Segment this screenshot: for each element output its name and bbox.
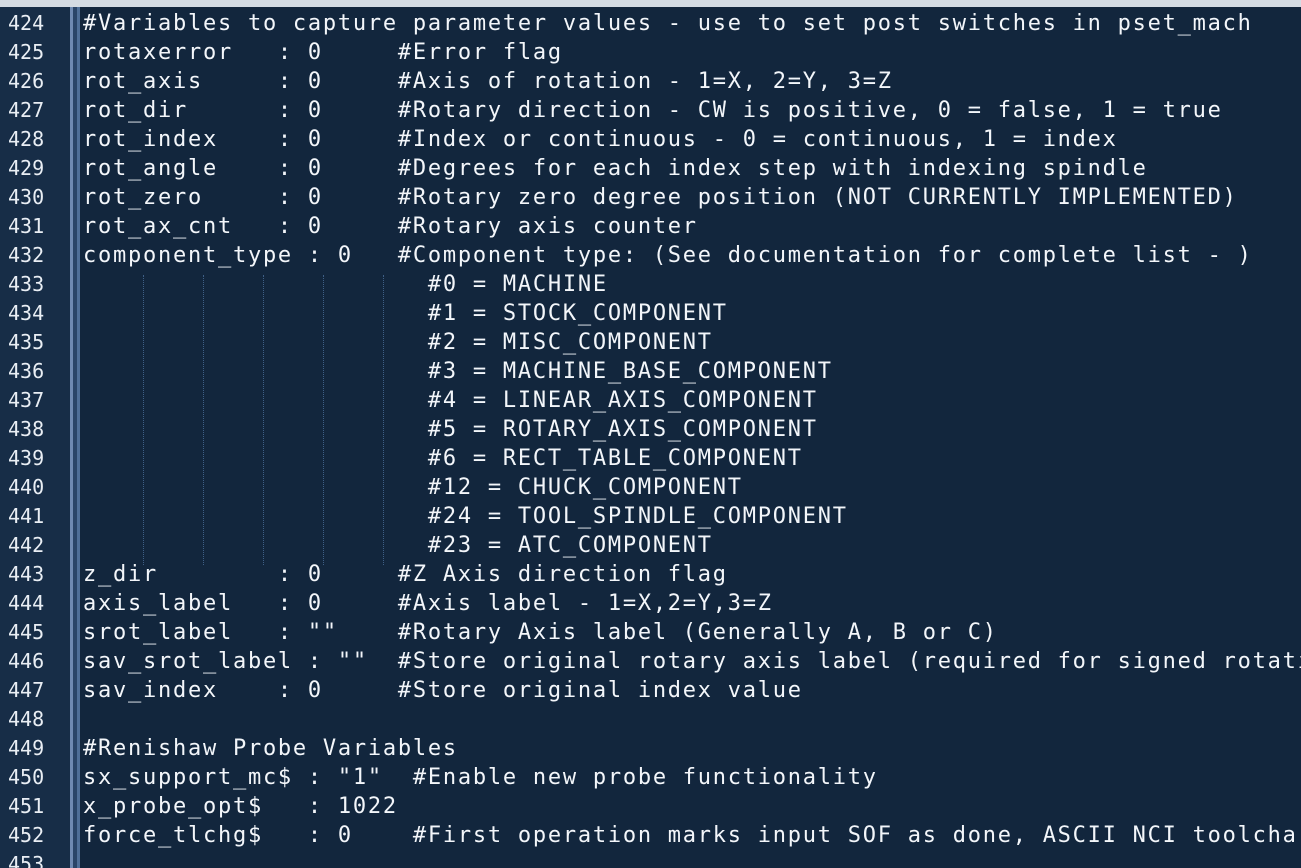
line-number: 432 bbox=[8, 243, 45, 267]
code-line[interactable]: 429 rot_angle : 0 #Degrees for each index… bbox=[0, 154, 1301, 183]
line-number: 452 bbox=[8, 823, 45, 847]
code-line[interactable]: 433 #0 = MACHINE bbox=[0, 270, 1301, 299]
code-text[interactable]: #24 = TOOL_SPINDLE_COMPONENT bbox=[83, 502, 848, 531]
code-line[interactable]: 452 force_tlchg$ : 0 #First operation mar… bbox=[0, 821, 1301, 850]
code-text[interactable]: #3 = MACHINE_BASE_COMPONENT bbox=[83, 357, 833, 386]
code-text[interactable]: rot_index : 0 #Index or continuous - 0 =… bbox=[83, 125, 1118, 154]
code-line[interactable]: 444 axis_label : 0 #Axis label - 1=X,2=Y,… bbox=[0, 589, 1301, 618]
line-number: 440 bbox=[8, 475, 45, 499]
line-number: 434 bbox=[8, 301, 45, 325]
code-line[interactable]: 425 rotaxerror : 0 #Error flag bbox=[0, 38, 1301, 67]
code-line[interactable]: 428 rot_index : 0 #Index or continuous - … bbox=[0, 125, 1301, 154]
code-line[interactable]: 450 sx_support_mc$ : "1" #Enable new prob… bbox=[0, 763, 1301, 792]
code-text[interactable]: #6 = RECT_TABLE_COMPONENT bbox=[83, 444, 803, 473]
code-line[interactable]: 449 #Renishaw Probe Variables bbox=[0, 734, 1301, 763]
line-number: 443 bbox=[8, 562, 45, 586]
code-text[interactable]: #Renishaw Probe Variables bbox=[83, 734, 458, 763]
code-text[interactable]: component_type : 0 #Component type: (See… bbox=[83, 241, 1253, 270]
line-number: 427 bbox=[8, 98, 45, 122]
code-text[interactable]: #0 = MACHINE bbox=[83, 270, 608, 299]
code-text[interactable]: #12 = CHUCK_COMPONENT bbox=[83, 473, 743, 502]
code-line[interactable]: 430 rot_zero : 0 #Rotary zero degree posi… bbox=[0, 183, 1301, 212]
code-line[interactable]: 434 #1 = STOCK_COMPONENT bbox=[0, 299, 1301, 328]
line-number: 428 bbox=[8, 127, 45, 151]
code-line[interactable]: 427 rot_dir : 0 #Rotary direction - CW is… bbox=[0, 96, 1301, 125]
code-line[interactable]: 443 z_dir : 0 #Z Axis direction flag bbox=[0, 560, 1301, 589]
line-number: 446 bbox=[8, 649, 45, 673]
line-number: 431 bbox=[8, 214, 45, 238]
code-text[interactable]: #5 = ROTARY_AXIS_COMPONENT bbox=[83, 415, 818, 444]
code-line[interactable]: 440 #12 = CHUCK_COMPONENT bbox=[0, 473, 1301, 502]
code-text[interactable]: sx_support_mc$ : "1" #Enable new probe f… bbox=[83, 763, 878, 792]
line-number: 426 bbox=[8, 69, 45, 93]
code-line[interactable]: 431 rot_ax_cnt : 0 #Rotary axis counter bbox=[0, 212, 1301, 241]
line-number: 451 bbox=[8, 794, 45, 818]
code-text[interactable]: z_dir : 0 #Z Axis direction flag bbox=[83, 560, 728, 589]
line-number: 448 bbox=[8, 707, 45, 731]
line-number: 430 bbox=[8, 185, 45, 209]
code-text[interactable]: srot_label : "" #Rotary Axis label (Gene… bbox=[83, 618, 998, 647]
line-number: 437 bbox=[8, 388, 45, 412]
line-number: 447 bbox=[8, 678, 45, 702]
code-line[interactable]: 435 #2 = MISC_COMPONENT bbox=[0, 328, 1301, 357]
line-number: 429 bbox=[8, 156, 45, 180]
code-text[interactable]: rotaxerror : 0 #Error flag bbox=[83, 38, 563, 67]
code-line[interactable]: 453 bbox=[0, 850, 1301, 868]
code-line[interactable]: 445 srot_label : "" #Rotary Axis label (G… bbox=[0, 618, 1301, 647]
code-text[interactable]: axis_label : 0 #Axis label - 1=X,2=Y,3=Z bbox=[83, 589, 773, 618]
code-text[interactable]: rot_zero : 0 #Rotary zero degree positio… bbox=[83, 183, 1238, 212]
code-text[interactable]: rot_axis : 0 #Axis of rotation - 1=X, 2=… bbox=[83, 67, 893, 96]
code-editor[interactable]: 424 #Variables to capture parameter value… bbox=[0, 0, 1301, 868]
code-line[interactable]: 426 rot_axis : 0 #Axis of rotation - 1=X,… bbox=[0, 67, 1301, 96]
code-line[interactable]: 424 #Variables to capture parameter value… bbox=[0, 9, 1301, 38]
code-line[interactable]: 441 #24 = TOOL_SPINDLE_COMPONENT bbox=[0, 502, 1301, 531]
line-number: 450 bbox=[8, 765, 45, 789]
line-number: 453 bbox=[8, 852, 45, 868]
code-line[interactable]: 432 component_type : 0 #Component type: (… bbox=[0, 241, 1301, 270]
code-line[interactable]: 439 #6 = RECT_TABLE_COMPONENT bbox=[0, 444, 1301, 473]
code-text[interactable]: #4 = LINEAR_AXIS_COMPONENT bbox=[83, 386, 818, 415]
code-text[interactable]: rot_dir : 0 #Rotary direction - CW is po… bbox=[83, 96, 1223, 125]
code-line[interactable]: 451 x_probe_opt$ : 1022 bbox=[0, 792, 1301, 821]
code-line[interactable]: 447 sav_index : 0 #Store original index v… bbox=[0, 676, 1301, 705]
line-number: 425 bbox=[8, 40, 45, 64]
code-text[interactable]: rot_angle : 0 #Degrees for each index st… bbox=[83, 154, 1148, 183]
line-number: 444 bbox=[8, 591, 45, 615]
code-text[interactable]: #2 = MISC_COMPONENT bbox=[83, 328, 713, 357]
line-number: 438 bbox=[8, 417, 45, 441]
code-text[interactable]: rot_ax_cnt : 0 #Rotary axis counter bbox=[83, 212, 698, 241]
code-text[interactable]: #23 = ATC_COMPONENT bbox=[83, 531, 713, 560]
code-line[interactable]: 446 sav_srot_label : "" #Store original r… bbox=[0, 647, 1301, 676]
code-line[interactable]: 442 #23 = ATC_COMPONENT bbox=[0, 531, 1301, 560]
line-number: 445 bbox=[8, 620, 45, 644]
code-line[interactable]: 438 #5 = ROTARY_AXIS_COMPONENT bbox=[0, 415, 1301, 444]
line-number: 435 bbox=[8, 330, 45, 354]
code-text[interactable]: #1 = STOCK_COMPONENT bbox=[83, 299, 728, 328]
code-text[interactable]: sav_srot_label : "" #Store original rota… bbox=[83, 647, 1301, 676]
code-lines[interactable]: 424 #Variables to capture parameter value… bbox=[0, 9, 1301, 868]
code-line[interactable]: 448 bbox=[0, 705, 1301, 734]
line-number: 433 bbox=[8, 272, 45, 296]
line-number: 449 bbox=[8, 736, 45, 760]
code-text[interactable]: x_probe_opt$ : 1022 bbox=[83, 792, 398, 821]
code-text[interactable]: sav_index : 0 #Store original index valu… bbox=[83, 676, 803, 705]
code-line[interactable]: 437 #4 = LINEAR_AXIS_COMPONENT bbox=[0, 386, 1301, 415]
line-number: 436 bbox=[8, 359, 45, 383]
line-number: 439 bbox=[8, 446, 45, 470]
code-text[interactable]: #Variables to capture parameter values -… bbox=[83, 9, 1253, 38]
line-number: 442 bbox=[8, 533, 45, 557]
line-number: 441 bbox=[8, 504, 45, 528]
line-number: 424 bbox=[8, 11, 45, 35]
code-line[interactable]: 436 #3 = MACHINE_BASE_COMPONENT bbox=[0, 357, 1301, 386]
code-text[interactable]: force_tlchg$ : 0 #First operation marks … bbox=[83, 821, 1301, 850]
